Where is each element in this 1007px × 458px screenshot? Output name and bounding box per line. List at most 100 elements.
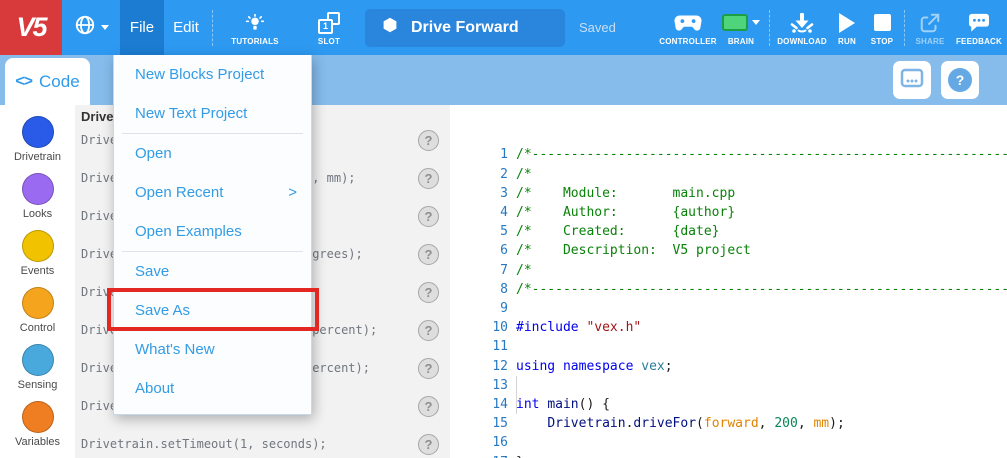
- editor-line: 13: [462, 376, 1007, 395]
- category-color-dot[interactable]: [22, 401, 54, 433]
- editor-line: 4/* Author: {author}: [462, 203, 1007, 222]
- category-label: Control: [20, 322, 55, 334]
- category-label: Drivetrain: [14, 151, 61, 163]
- nav-divider: [769, 10, 770, 46]
- menu-item-open-recent[interactable]: Open Recent>: [114, 173, 311, 212]
- line-code: int main() {: [508, 395, 610, 414]
- line-code: [508, 433, 516, 452]
- download-label: DOWNLOAD: [777, 37, 827, 46]
- help-button[interactable]: ?: [941, 61, 979, 99]
- help-icon[interactable]: ?: [418, 206, 439, 227]
- menu-item-save[interactable]: Save: [114, 252, 311, 291]
- menu-item-new-text-project[interactable]: New Text Project: [114, 94, 311, 133]
- editor-line: 2/*: [462, 165, 1007, 184]
- help-icon[interactable]: ?: [418, 168, 439, 189]
- vex-v5-logo: V5: [0, 0, 62, 55]
- category-sidebar: Drivetrain Looks Events Control SensingVaria…: [0, 105, 75, 458]
- help-icon[interactable]: ?: [418, 282, 439, 303]
- tutorials-button[interactable]: TUTORIALS: [223, 0, 287, 55]
- line-number: 11: [462, 337, 508, 356]
- category-color-dot[interactable]: [22, 173, 54, 205]
- code-editor[interactable]: 1/*-------------------------------------…: [462, 105, 1007, 458]
- sidebar-category-events[interactable]: Events: [0, 225, 75, 282]
- project-name: Drive Forward: [411, 19, 519, 37]
- help-icon[interactable]: ?: [418, 358, 439, 379]
- help-icon[interactable]: ?: [418, 434, 439, 455]
- nav-divider: [904, 10, 905, 46]
- sidebar-category-variables[interactable]: Variables: [0, 396, 75, 453]
- help-icon[interactable]: ?: [418, 130, 439, 151]
- run-button[interactable]: RUN: [830, 0, 864, 55]
- category-color-dot[interactable]: [22, 344, 54, 376]
- stop-square-icon: [874, 14, 891, 31]
- controller-icon: [673, 12, 703, 34]
- command-snippet[interactable]: Drivetrain.setTimeout(1, seconds);: [81, 437, 327, 451]
- lightbulb-icon: [245, 12, 265, 34]
- brain-button[interactable]: BRAIN: [717, 0, 765, 55]
- line-code: /*--------------------------------------…: [508, 280, 1007, 299]
- hexagon-icon: [382, 17, 398, 38]
- line-code: using namespace vex;: [508, 357, 673, 376]
- share-label: SHARE: [915, 37, 944, 46]
- strip-buttons: ?: [893, 61, 979, 99]
- line-number: 4: [462, 203, 508, 222]
- line-number: 7: [462, 261, 508, 280]
- help-icon[interactable]: ?: [418, 396, 439, 417]
- line-code: }: [508, 453, 524, 458]
- line-number: 9: [462, 299, 508, 318]
- slot-number: 1: [323, 21, 328, 31]
- menu-item-new-blocks-project[interactable]: New Blocks Project: [114, 55, 311, 94]
- save-status: Saved: [579, 20, 616, 35]
- tab-code[interactable]: <> Code: [5, 58, 90, 105]
- slot-label: SLOT: [318, 37, 340, 46]
- help-icon[interactable]: ?: [418, 320, 439, 341]
- sidebar-category-sensing[interactable]: Sensing: [0, 339, 75, 396]
- controller-button[interactable]: CONTROLLER: [659, 0, 717, 55]
- line-code: /* Module: main.cpp: [508, 184, 735, 203]
- sidebar-category-functions[interactable]: Functions: [0, 453, 75, 458]
- line-code: Drivetrain.driveFor(forward, 200, mm);: [508, 414, 845, 433]
- category-label: Looks: [23, 208, 52, 220]
- menu-item-about[interactable]: About: [114, 369, 311, 408]
- language-button[interactable]: [62, 0, 120, 55]
- line-code: /* Created: {date}: [508, 222, 720, 241]
- line-code: #include "vex.h": [508, 318, 641, 337]
- category-label: Events: [21, 265, 55, 277]
- menu-file[interactable]: File: [120, 0, 164, 55]
- menu-item-open[interactable]: Open: [114, 134, 311, 173]
- menu-item-what-s-new[interactable]: What's New: [114, 330, 311, 369]
- line-number: 10: [462, 318, 508, 337]
- editor-line: 7/*: [462, 261, 1007, 280]
- editor-line: 1/*-------------------------------------…: [462, 145, 1007, 164]
- feedback-button[interactable]: FEEDBACK: [951, 0, 1007, 55]
- editor-line: 12using namespace vex;: [462, 357, 1007, 376]
- globe-icon: [74, 14, 96, 41]
- sidebar-category-drivetrain[interactable]: Drivetrain: [0, 111, 75, 168]
- brain-label: BRAIN: [728, 37, 754, 46]
- sidebar-category-control[interactable]: Control: [0, 282, 75, 339]
- indent-guide: [516, 376, 517, 414]
- help-icon[interactable]: ?: [418, 244, 439, 265]
- category-color-dot[interactable]: [22, 287, 54, 319]
- nav-right-cluster: CONTROLLER BRAIN DOWNLOAD: [659, 0, 1007, 55]
- slot-button[interactable]: 1 SLOT: [305, 0, 353, 55]
- sidebar-category-looks[interactable]: Looks: [0, 168, 75, 225]
- stop-button[interactable]: STOP: [864, 0, 900, 55]
- line-number: 6: [462, 241, 508, 260]
- brain-device-icon: [900, 68, 924, 93]
- download-button[interactable]: DOWNLOAD: [774, 0, 830, 55]
- line-number: 12: [462, 357, 508, 376]
- category-color-dot[interactable]: [22, 230, 54, 262]
- menu-item-save-as[interactable]: Save As: [114, 291, 311, 330]
- line-number: 15: [462, 414, 508, 433]
- editor-line: 6/* Description: V5 project: [462, 241, 1007, 260]
- submenu-arrow-icon: >: [288, 173, 297, 212]
- device-info-button[interactable]: [893, 61, 931, 99]
- line-number: 14: [462, 395, 508, 414]
- editor-line: 5/* Created: {date}: [462, 222, 1007, 241]
- menu-item-open-examples[interactable]: Open Examples: [114, 212, 311, 251]
- category-color-dot[interactable]: [22, 116, 54, 148]
- project-name-pill[interactable]: Drive Forward: [365, 9, 565, 47]
- menu-edit[interactable]: Edit: [164, 0, 208, 55]
- share-button: SHARE: [909, 0, 951, 55]
